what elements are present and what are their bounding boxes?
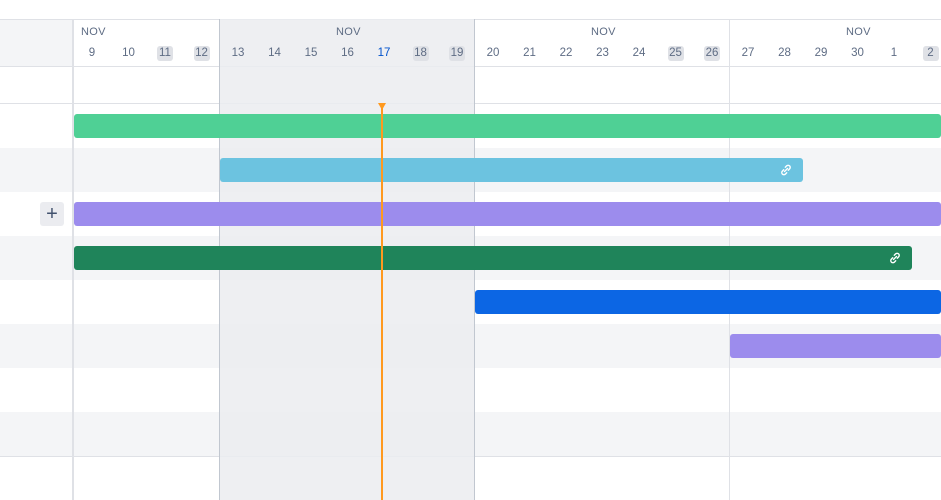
- day-label: 22: [559, 47, 573, 59]
- day-label: 1: [890, 47, 898, 59]
- day-label: 30: [851, 47, 864, 59]
- today-marker-line: [381, 104, 383, 500]
- day-label: 26: [704, 46, 720, 61]
- day-label: 24: [632, 47, 646, 59]
- month-label: NOV: [336, 26, 361, 38]
- day-label: 13: [231, 47, 245, 59]
- day-label: 21: [523, 47, 536, 59]
- plus-icon: +: [46, 203, 58, 225]
- day-label: 23: [596, 47, 609, 59]
- month-label: NOV: [846, 26, 871, 38]
- link-icon[interactable]: [779, 163, 793, 177]
- day-label: 28: [778, 47, 791, 59]
- day-label: 15: [304, 47, 318, 59]
- issue-bar[interactable]: [74, 202, 941, 226]
- day-label: 16: [341, 47, 354, 59]
- day-label: 25: [667, 46, 684, 61]
- day-label: 20: [486, 47, 500, 59]
- link-icon[interactable]: [888, 251, 902, 265]
- issue-bar[interactable]: [220, 158, 803, 182]
- issue-bar[interactable]: [475, 290, 941, 314]
- day-label: 18: [412, 46, 429, 61]
- month-label: NOV: [81, 26, 106, 38]
- issue-bar[interactable]: [730, 334, 941, 358]
- add-item-button[interactable]: +: [40, 202, 64, 226]
- day-label: 2: [922, 46, 939, 61]
- day-label: 17: [377, 47, 391, 59]
- day-label: 14: [268, 47, 281, 59]
- day-label: 11: [157, 46, 173, 61]
- day-label: 19: [449, 46, 465, 61]
- timeline-grid: NOV NOV NOV NOV 9 10 11 12 13 14 15 16 17 18 19 20 2…: [74, 0, 941, 500]
- day-label: 27: [741, 47, 755, 59]
- today-marker-icon: [378, 103, 386, 110]
- day-label: 9: [88, 47, 96, 59]
- day-label: 12: [193, 46, 210, 61]
- day-label: 29: [814, 47, 828, 59]
- issue-bar[interactable]: [74, 114, 941, 138]
- day-label: 10: [122, 47, 135, 59]
- issue-bar[interactable]: [74, 246, 912, 270]
- month-label: NOV: [591, 26, 616, 38]
- issue-list-header: [0, 19, 73, 67]
